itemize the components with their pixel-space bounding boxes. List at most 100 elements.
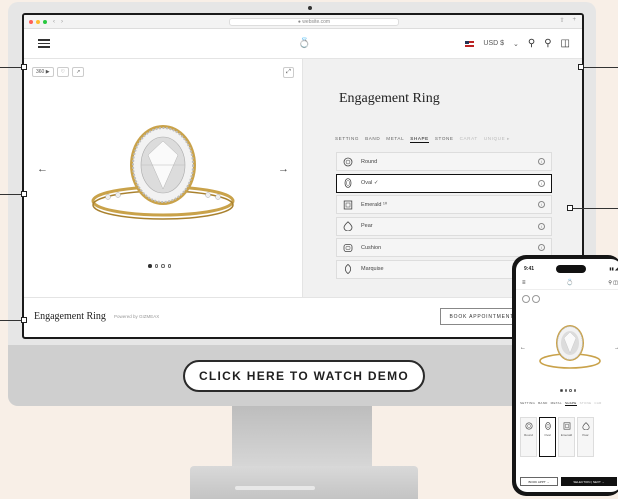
step-tab-shape[interactable]: SHAPE — [410, 136, 429, 143]
step-tab-unique[interactable]: UNIQUE ▸ — [484, 136, 510, 143]
shape-option[interactable]: Oval — [539, 417, 556, 457]
share-button[interactable]: ↗ — [72, 67, 85, 77]
step-tab-metal[interactable]: METAL — [551, 401, 562, 406]
shape-option[interactable]: Emerald ¹⁰ i — [336, 195, 552, 214]
watch-demo-button[interactable]: CLICK HERE TO WATCH DEMO — [183, 360, 425, 392]
shape-label: Pear — [582, 433, 589, 437]
step-tab-band[interactable]: BAND — [365, 136, 380, 143]
forward-icon[interactable]: › — [61, 19, 63, 25]
page-dot[interactable] — [161, 264, 165, 268]
monitor-stand — [232, 406, 372, 468]
shape-option[interactable]: Cushion i — [336, 238, 552, 257]
phone-actions: BOOK APPT → SELECTION | NEXT → — [520, 477, 617, 486]
step-tab-carat[interactable]: CARAT — [460, 136, 478, 143]
rotate-360-button[interactable]: 360 ▶ — [32, 67, 54, 77]
step-tab-shape[interactable]: SHAPE — [564, 401, 577, 406]
next-image-button[interactable]: → — [278, 163, 289, 175]
sticky-footer: Engagement Ring Powered by GIZMEAX BOOK … — [24, 297, 582, 335]
shape-list: Round Oval Emerald Pear — [520, 417, 594, 457]
page-dot[interactable] — [167, 264, 171, 268]
base-slot — [235, 486, 315, 490]
callout-line — [572, 208, 618, 209]
step-tab-band[interactable]: BAND — [538, 401, 548, 406]
prev-image-button[interactable]: ← — [37, 163, 48, 175]
back-icon[interactable]: ‹ — [53, 19, 55, 25]
page-dot[interactable] — [564, 389, 567, 392]
page-dot[interactable] — [573, 389, 576, 392]
search-icon[interactable]: ⚲ ◫ — [608, 280, 618, 286]
info-icon[interactable]: i — [538, 222, 545, 230]
camera-dot — [308, 6, 312, 10]
browser-nav[interactable]: ‹ › — [53, 19, 63, 25]
book-appointment-button[interactable]: BOOK APPT → — [520, 477, 558, 486]
callout-marker — [21, 64, 27, 70]
step-tab-metal[interactable]: METAL — [386, 136, 404, 143]
viewer-tools: 360 ▶ ♡ ↗ — [32, 67, 85, 77]
menu-icon[interactable] — [38, 39, 50, 48]
info-icon[interactable]: i — [538, 179, 545, 187]
ring-image — [91, 125, 235, 220]
expand-icon[interactable]: ⤢ — [283, 67, 294, 78]
step-tab-car[interactable]: CAR — [594, 401, 601, 406]
site-header: 💍 USD $ ⌄ ⚲ ⚲ ◫ — [24, 29, 582, 59]
shape-label: Marquise — [361, 266, 384, 272]
marquise-icon — [343, 264, 353, 274]
search-icon[interactable]: ⚲ — [544, 38, 551, 49]
monitor-base — [190, 466, 418, 499]
shape-option[interactable]: Round i — [336, 152, 552, 171]
tabs-icon[interactable]: + — [572, 17, 576, 24]
prev-image-button[interactable]: ← — [520, 345, 526, 351]
shape-option[interactable]: Pear — [577, 417, 594, 457]
promo-canvas: ‹ › ● website.com ⇧ + 💍 USD $ ⌄ ⚲ ⚲ ◫ 360 … — [0, 0, 618, 499]
brand-logo[interactable]: 💍 — [298, 38, 310, 49]
wishlist-icon[interactable] — [532, 295, 540, 303]
ring-image — [539, 325, 601, 369]
round-icon — [524, 422, 533, 431]
next-image-button[interactable]: → — [614, 345, 618, 351]
info-icon[interactable]: i — [538, 158, 545, 165]
emerald-icon — [343, 200, 353, 210]
close-window-icon[interactable] — [29, 19, 33, 24]
page-dot[interactable] — [569, 389, 572, 392]
browser-toolbar: ‹ › ● website.com ⇧ + — [24, 15, 582, 29]
info-icon[interactable]: i — [538, 244, 545, 251]
step-tab-setting[interactable]: SETTING — [520, 401, 535, 406]
round-icon — [343, 157, 353, 167]
browser-actions: ⇧ + — [559, 17, 576, 24]
step-tab-setting[interactable]: SETTING — [335, 136, 359, 143]
bag-icon[interactable]: ◫ — [561, 38, 570, 49]
currency-selector[interactable]: USD $ — [483, 40, 504, 47]
zoom-window-icon[interactable] — [43, 19, 47, 24]
page-dot[interactable] — [560, 389, 563, 392]
page-dot[interactable] — [154, 264, 158, 268]
rotate-icon[interactable] — [522, 295, 530, 303]
phone-notch — [556, 265, 586, 273]
shape-label: Oval — [544, 433, 551, 437]
step-tab-stone[interactable]: STONE — [435, 136, 454, 143]
cushion-icon — [343, 243, 353, 253]
step-tab-stone[interactable]: STONE — [580, 401, 592, 406]
next-button[interactable]: SELECTION | NEXT → — [561, 477, 617, 486]
address-bar[interactable]: ● website.com — [229, 18, 399, 26]
phone-mockup: 9:41 ▮▮ ◢ ≡ 💍 ⚲ ◫ ← → SETTING BAND METAL S — [512, 255, 618, 496]
image-pager — [148, 264, 171, 268]
monitor-screen: ‹ › ● website.com ⇧ + 💍 USD $ ⌄ ⚲ ⚲ ◫ 360 … — [22, 13, 584, 339]
shape-option[interactable]: Oval ✓ i — [336, 173, 552, 193]
shape-label: Round — [361, 158, 378, 165]
page-dot[interactable] — [148, 264, 152, 268]
menu-icon[interactable]: ≡ — [522, 280, 526, 286]
brand-logo[interactable]: 💍 — [566, 279, 573, 286]
phone-screen: 9:41 ▮▮ ◢ ≡ 💍 ⚲ ◫ ← → SETTING BAND METAL S — [516, 259, 618, 492]
user-icon[interactable]: ⚲ — [528, 38, 535, 49]
info-icon[interactable]: i — [538, 201, 545, 208]
shape-option[interactable]: Pear i — [336, 216, 552, 236]
shape-label: Round — [524, 433, 533, 437]
shape-option[interactable]: Round — [520, 417, 537, 457]
share-icon[interactable]: ⇧ — [559, 17, 564, 24]
shape-label: Emerald — [560, 433, 573, 437]
product-viewer: 360 ▶ ♡ ↗ ⤢ ← → — [24, 59, 303, 297]
wishlist-button[interactable]: ♡ — [56, 67, 70, 77]
minimize-window-icon[interactable] — [36, 19, 40, 24]
us-flag-icon — [465, 40, 475, 47]
shape-option[interactable]: Emerald — [558, 417, 575, 457]
